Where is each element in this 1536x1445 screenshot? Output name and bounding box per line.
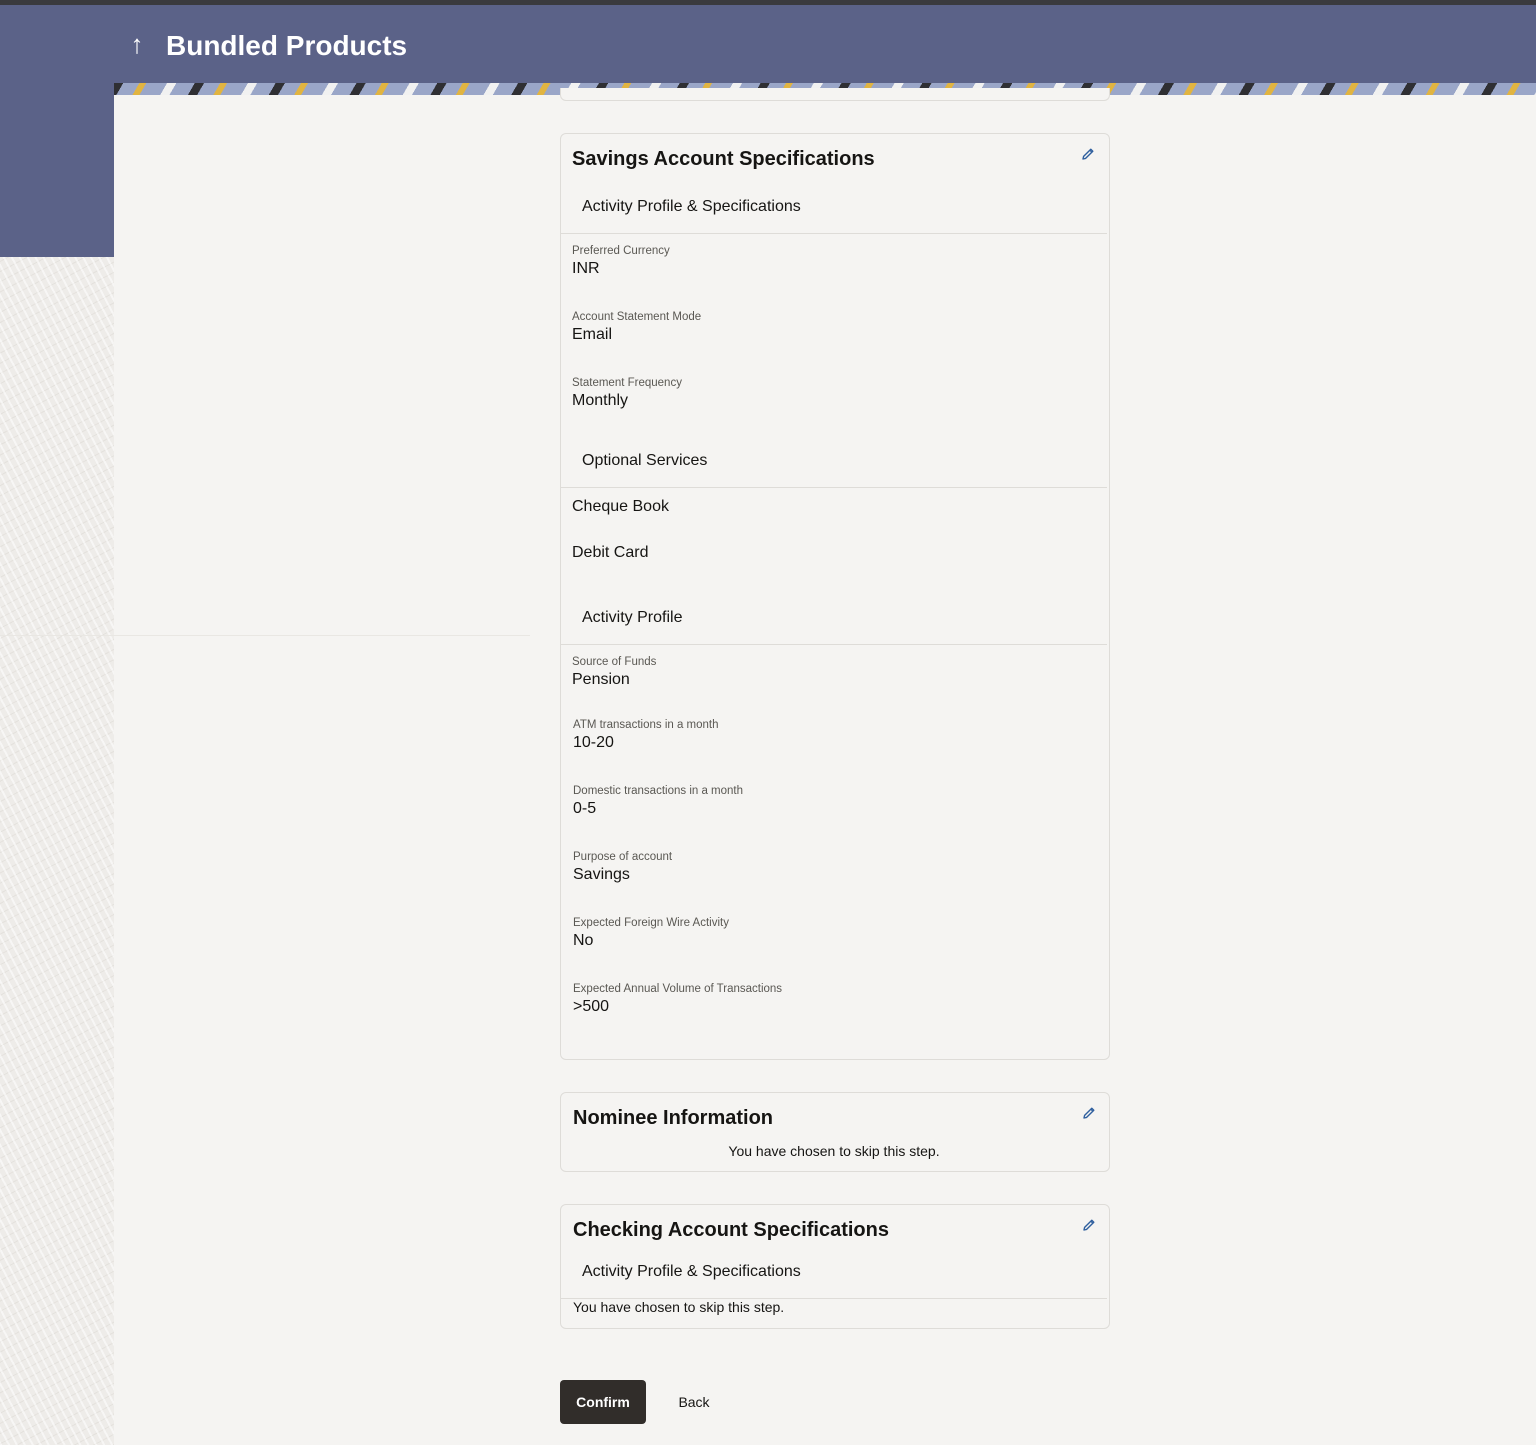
card-title: Savings Account Specifications (572, 148, 875, 170)
field-value-purpose-of-account: Savings (573, 866, 630, 883)
field-label-domestic-transactions: Domestic transactions in a month (573, 785, 744, 797)
field-value-domestic-transactions: 0-5 (573, 800, 597, 817)
arrow-up-icon[interactable]: ↑ (124, 28, 150, 60)
confirm-button[interactable]: Confirm (560, 1380, 646, 1424)
pencil-icon[interactable] (1081, 1105, 1097, 1121)
back-button[interactable]: Back (664, 1380, 724, 1424)
card-title: Nominee Information (573, 1107, 774, 1129)
card-title: Checking Account Specifications (573, 1219, 889, 1241)
field-value-statement-mode: Email (572, 326, 613, 343)
checking-account-card: Checking Account Specifications Activity… (560, 1204, 1110, 1329)
skip-step-message: You have chosen to skip this step. (573, 1299, 785, 1315)
section-heading-activity-specifications: Activity Profile & Specifications (582, 1263, 801, 1280)
field-value-foreign-wire-activity: No (573, 932, 594, 949)
optional-service-cheque-book: Cheque Book (572, 498, 669, 515)
section-divider (561, 487, 1107, 488)
pencil-icon[interactable] (1081, 1217, 1097, 1233)
background-texture (0, 257, 114, 1445)
section-heading-activity-profile: Activity Profile (582, 609, 683, 626)
section-heading-optional-services: Optional Services (582, 452, 708, 469)
field-value-atm-transactions: 10-20 (573, 734, 614, 751)
field-label-atm-transactions: ATM transactions in a month (573, 719, 719, 731)
pencil-icon[interactable] (1080, 146, 1096, 162)
section-heading-activity-specifications: Activity Profile & Specifications (582, 198, 801, 215)
field-label-statement-mode: Account Statement Mode (572, 311, 702, 323)
field-label-source-of-funds: Source of Funds (572, 656, 657, 668)
section-divider (561, 233, 1107, 234)
field-label-statement-frequency: Statement Frequency (572, 377, 682, 389)
savings-account-card: Savings Account Specifications Activity … (560, 133, 1110, 1060)
field-label-foreign-wire-activity: Expected Foreign Wire Activity (573, 917, 729, 929)
field-value-annual-volume: >500 (573, 998, 610, 1015)
divider (0, 635, 530, 636)
field-label-purpose-of-account: Purpose of account (573, 851, 673, 863)
field-value-source-of-funds: Pension (572, 671, 630, 688)
page-title: Bundled Products (166, 30, 408, 61)
field-value-statement-frequency: Monthly (572, 392, 629, 409)
field-label-annual-volume: Expected Annual Volume of Transactions (573, 983, 783, 995)
optional-service-debit-card: Debit Card (572, 544, 649, 561)
section-divider (561, 644, 1107, 645)
field-value-preferred-currency: INR (572, 260, 600, 277)
previous-card-edge (560, 88, 1110, 101)
header-side-band (0, 95, 114, 257)
nominee-information-card: Nominee Information You have chosen to s… (560, 1092, 1110, 1172)
skip-step-message: You have chosen to skip this step. (728, 1143, 940, 1159)
field-label-preferred-currency: Preferred Currency (572, 245, 670, 257)
